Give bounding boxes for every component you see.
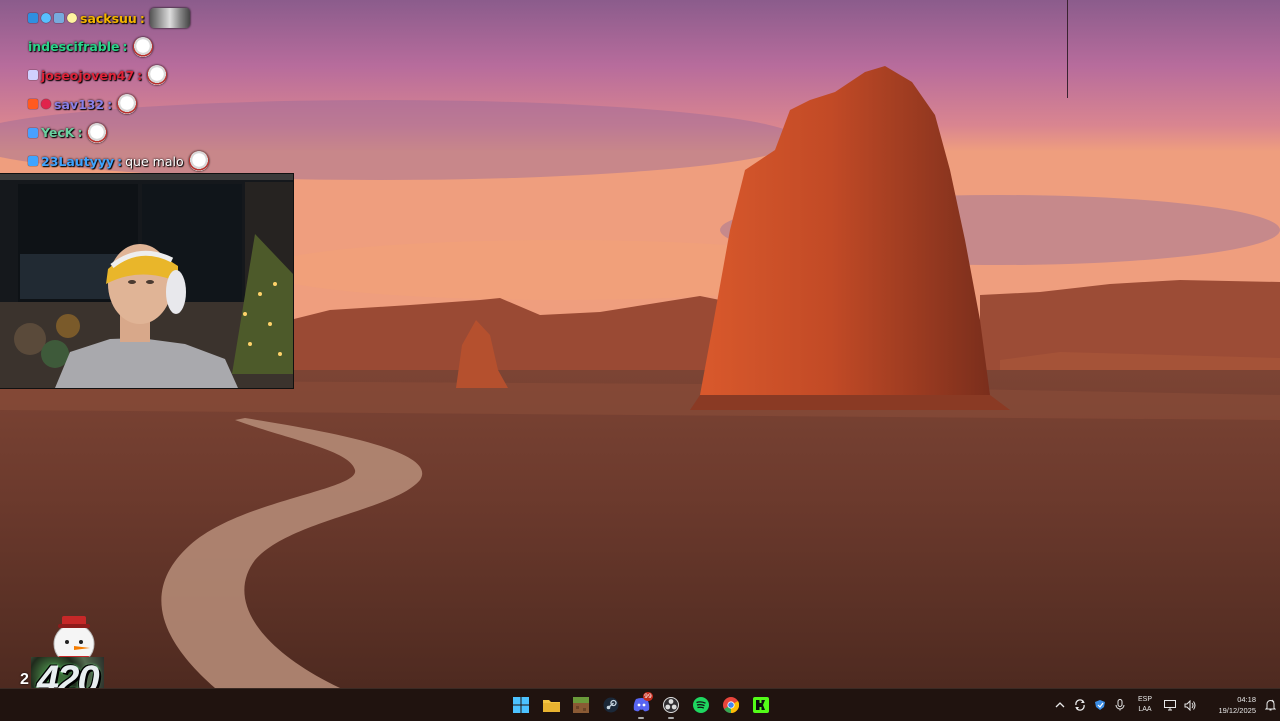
clock-date: 19/12/2025 [1218,706,1256,715]
folder-icon [542,698,560,712]
chat-message: 23Lautyyy: que malo [28,147,288,176]
counter-prefix: 2 [20,671,29,688]
taskbar-clock[interactable]: 04:18 19/12/2025 [1200,694,1256,716]
chat-text: que malo [125,153,184,169]
snowman-emote-icon [117,94,138,115]
chevron-up-icon[interactable] [1050,691,1070,719]
snowman-emote-icon [132,36,153,57]
chat-message: YecK: [28,118,288,147]
grass-block-icon [573,697,589,713]
chrome-icon [723,697,739,713]
chat-message: joseojoven47: [28,61,288,90]
windows-icon [513,697,529,713]
chat-separator: : [77,125,83,141]
chat-message: sav132: [28,90,288,119]
chat-username[interactable]: 23Lautyyy [41,154,114,169]
sync-icon[interactable] [1070,691,1090,719]
chat-separator: : [107,96,113,112]
security-shield-icon[interactable] [1090,691,1110,719]
chat-badge-icon [28,13,38,24]
chat-username[interactable]: indescifrable [28,39,120,54]
taskbar-steam-button[interactable] [598,691,624,719]
chat-badge-icon [28,156,38,167]
santa-emote-icon [188,151,209,172]
snowman-emote-icon [87,122,108,143]
taskbar-file-explorer-button[interactable] [538,691,564,719]
chat-separator: : [122,39,128,55]
chat-badge-icon [41,99,51,110]
language-code: ESP [1137,696,1152,703]
overlay-divider [1067,0,1068,98]
webcam-feed [0,173,294,389]
chat-username[interactable]: YecK [41,125,74,140]
obs-icon [663,697,679,713]
spotify-icon [693,697,709,713]
microphone-icon[interactable] [1110,691,1130,719]
chat-username[interactable]: sacksuu [80,11,137,26]
chat-separator: : [117,153,123,169]
stream-chat-overlay: sacksuu: indescifrable: joseojoven47: sav13… [28,4,288,176]
chat-message: indescifrable: [28,33,288,62]
chat-badge-icon [54,13,64,24]
chat-badge-icon [28,99,38,110]
webcam-scene [0,174,293,388]
chat-badge-icon [28,127,38,138]
car-emote-icon [149,8,190,29]
snowman-emote-icon [147,65,168,86]
chat-separator: : [139,10,145,26]
windows-taskbar: 99 ESP LAA 04:18 19/12/2025 [0,688,1280,721]
taskbar-kick-button[interactable] [748,691,774,719]
clock-time: 04:18 [1237,695,1256,704]
steam-icon [603,697,619,713]
notification-bell-icon[interactable] [1260,691,1280,719]
notification-count-badge: 99 [643,692,653,701]
chat-separator: : [137,67,143,83]
speaker-icon[interactable] [1180,691,1200,719]
taskbar-start-button[interactable] [508,691,534,719]
keyboard-layout: LAA [1138,706,1152,713]
taskbar-app-list: 99 [508,689,774,721]
kick-icon [753,697,769,713]
chat-badge-icon [41,13,51,24]
chat-message: sacksuu: [28,4,288,33]
taskbar-spotify-button[interactable] [688,691,714,719]
chat-badge-icon [28,70,38,81]
network-monitor-icon[interactable] [1160,691,1180,719]
chat-username[interactable]: sav132 [54,97,104,112]
chat-username[interactable]: joseojoven47 [41,68,134,83]
taskbar-discord-button[interactable]: 99 [628,691,654,719]
input-language-indicator[interactable]: ESP LAA [1130,695,1160,715]
taskbar-obs-button[interactable] [658,691,684,719]
chat-badge-icon [67,13,77,24]
system-tray: ESP LAA 04:18 19/12/2025 [1050,689,1280,721]
taskbar-minecraft-button[interactable] [568,691,594,719]
taskbar-chrome-button[interactable] [718,691,744,719]
